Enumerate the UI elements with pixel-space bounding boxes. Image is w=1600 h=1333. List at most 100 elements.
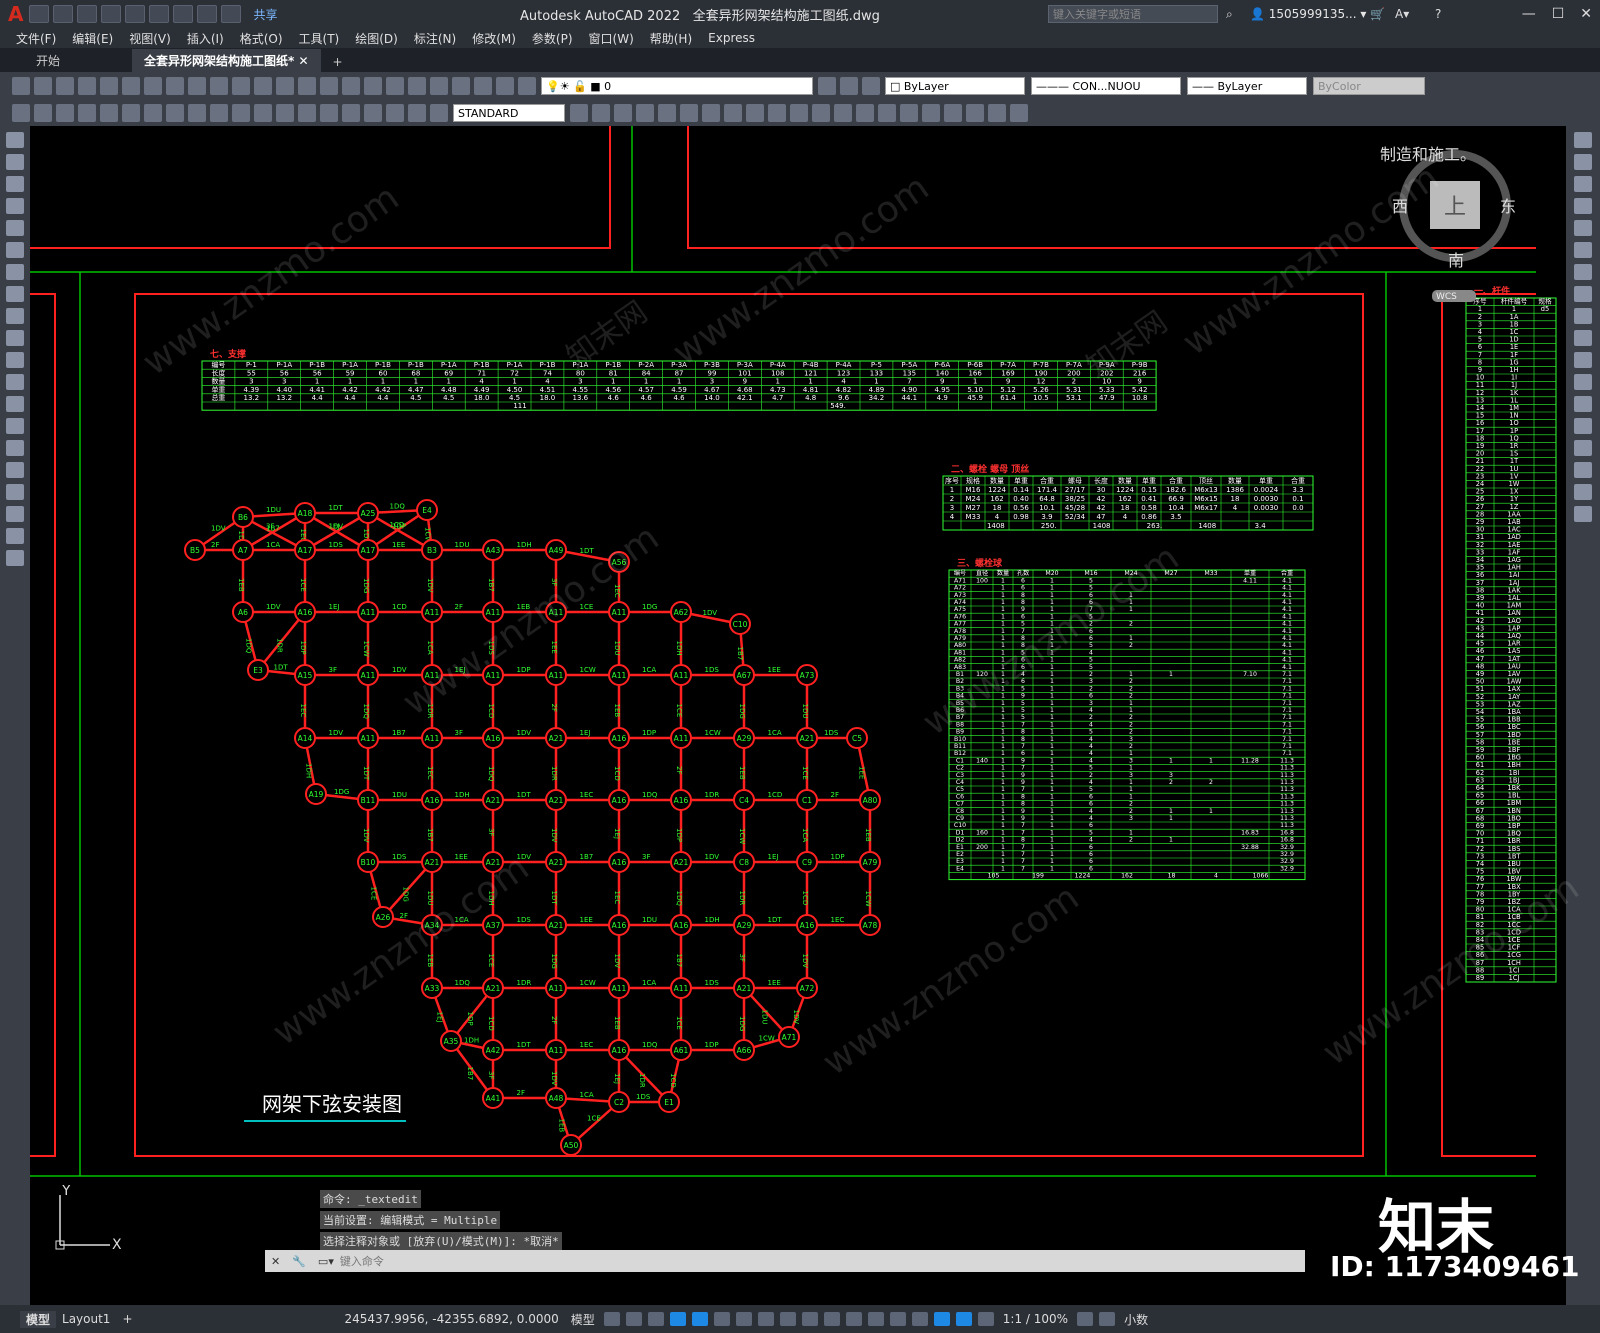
rotate-icon[interactable] [1574, 264, 1592, 280]
new-icon[interactable] [12, 77, 30, 95]
tool-18-icon[interactable] [966, 104, 984, 122]
units-readout[interactable]: 小数 [1118, 1311, 1154, 1328]
trim-icon[interactable] [1574, 330, 1592, 346]
revision-cloud-icon[interactable] [6, 286, 24, 302]
spline-icon[interactable] [6, 308, 24, 324]
cart-icon[interactable]: 🛒 [1370, 7, 1385, 21]
menu-express[interactable]: Express [700, 31, 763, 45]
continue-dim-icon[interactable] [232, 104, 250, 122]
redo-icon[interactable] [254, 77, 272, 95]
add-selected-icon[interactable] [6, 550, 24, 566]
viewcube-south-label[interactable]: 南 [1448, 251, 1464, 270]
sheet-set-icon[interactable] [430, 77, 448, 95]
tool-7-icon[interactable] [724, 104, 742, 122]
tool-16-icon[interactable] [922, 104, 940, 122]
fillet-icon[interactable] [1574, 462, 1592, 478]
command-line[interactable]: ✕ 🔧 ▭▾ 键入命令 [265, 1250, 1305, 1272]
redo-icon[interactable] [221, 5, 242, 23]
explode-icon[interactable] [1574, 506, 1592, 522]
plot-icon[interactable] [173, 5, 194, 23]
polygon-icon[interactable] [6, 198, 24, 214]
tool-palettes-icon[interactable] [408, 77, 426, 95]
layer-states-icon[interactable] [862, 77, 880, 95]
command-customize-icon[interactable]: 🔧 [292, 1255, 306, 1268]
center-mark-icon[interactable] [320, 104, 338, 122]
zoom-previous-icon[interactable] [342, 77, 360, 95]
search-icon[interactable]: ⌕ [1226, 7, 1233, 22]
tab-model[interactable]: 模型 [20, 1310, 57, 1328]
dynamic-ucs-icon[interactable] [889, 1312, 906, 1326]
undo-icon[interactable] [232, 77, 250, 95]
pan-icon[interactable] [276, 77, 294, 95]
zoom-window-icon[interactable] [320, 77, 338, 95]
add-layout-icon[interactable]: + [116, 1312, 138, 1326]
dim-update-icon[interactable] [430, 104, 448, 122]
maximize-icon[interactable]: ☐ [1552, 6, 1565, 22]
mtext-icon[interactable] [6, 528, 24, 544]
quick-dim-icon[interactable] [188, 104, 206, 122]
rectangle-icon[interactable] [6, 220, 24, 236]
blend-icon[interactable] [1574, 484, 1592, 500]
menu-view[interactable]: 视图(V) [121, 30, 179, 47]
help-icon[interactable] [496, 77, 514, 95]
hatch-icon[interactable] [6, 440, 24, 456]
plot-icon[interactable] [78, 77, 96, 95]
dim-style-dropdown[interactable]: STANDARD [453, 104, 565, 122]
jogged-linear-icon[interactable] [364, 104, 382, 122]
scale-icon[interactable] [1574, 286, 1592, 302]
menu-parametric[interactable]: 参数(P) [524, 30, 581, 47]
preview-icon[interactable] [100, 77, 118, 95]
a360-icon[interactable]: A▾ [1395, 7, 1409, 21]
circle-icon[interactable] [6, 264, 24, 280]
make-block-icon[interactable] [6, 396, 24, 412]
arc-length-icon[interactable] [56, 104, 74, 122]
command-input[interactable]: 键入命令 [340, 1253, 384, 1269]
dim-style-icon[interactable] [570, 104, 588, 122]
3d-osnap-icon[interactable] [867, 1312, 884, 1326]
autocad-logo-icon[interactable]: A [8, 2, 23, 26]
annotation-scale[interactable]: 1:1 / 100% [997, 1312, 1074, 1326]
tool-13-icon[interactable] [856, 104, 874, 122]
dim-space-icon[interactable] [254, 104, 272, 122]
tool-1-icon[interactable] [592, 104, 610, 122]
menu-format[interactable]: 格式(O) [232, 30, 291, 47]
ordinate-dim-icon[interactable] [78, 104, 96, 122]
dynamic-input-icon[interactable] [669, 1312, 686, 1326]
point-icon[interactable] [6, 418, 24, 434]
gizmo-icon[interactable] [933, 1312, 950, 1326]
lineweight-icon[interactable] [801, 1312, 818, 1326]
plus-icon[interactable] [1099, 1312, 1116, 1326]
calculator-icon[interactable] [474, 77, 492, 95]
linetype-dropdown[interactable]: ——— CON...NUOU [1031, 77, 1181, 95]
paste-icon[interactable] [188, 77, 206, 95]
ortho-icon[interactable] [691, 1312, 708, 1326]
tool-14-icon[interactable] [878, 104, 896, 122]
offset-icon[interactable] [1574, 198, 1592, 214]
linear-dim-icon[interactable] [12, 104, 30, 122]
arc-icon[interactable] [6, 242, 24, 258]
object-snap-tracking-icon[interactable] [757, 1312, 774, 1326]
color-dropdown[interactable]: □ ByLayer [885, 77, 1025, 95]
gradient-icon[interactable] [6, 462, 24, 478]
cut-icon[interactable] [144, 77, 162, 95]
auto-scale-icon[interactable] [977, 1312, 994, 1326]
command-close-icon[interactable]: ✕ [271, 1255, 280, 1268]
new-tab-icon[interactable]: + [321, 52, 355, 72]
viewcube-east-label[interactable]: 东 [1500, 197, 1516, 216]
save-icon[interactable] [77, 5, 98, 23]
tool-15-icon[interactable] [900, 104, 918, 122]
jogged-dim-icon[interactable] [122, 104, 140, 122]
break-at-point-icon[interactable] [1574, 374, 1592, 390]
tab-document[interactable]: 全套异形网架结构施工图纸* ✕ [132, 49, 321, 72]
viewcube-top-label[interactable]: 上 [1444, 195, 1466, 220]
angular-dim-icon[interactable] [166, 104, 184, 122]
menu-edit[interactable]: 编辑(E) [64, 30, 121, 47]
layer-properties-icon[interactable] [518, 77, 536, 95]
move-icon[interactable] [1574, 242, 1592, 258]
tool-20-icon[interactable] [1010, 104, 1028, 122]
tool-9-icon[interactable] [768, 104, 786, 122]
extend-icon[interactable] [1574, 352, 1592, 368]
isometric-icon[interactable] [735, 1312, 752, 1326]
copy-icon[interactable] [166, 77, 184, 95]
object-snap-icon[interactable] [779, 1312, 796, 1326]
